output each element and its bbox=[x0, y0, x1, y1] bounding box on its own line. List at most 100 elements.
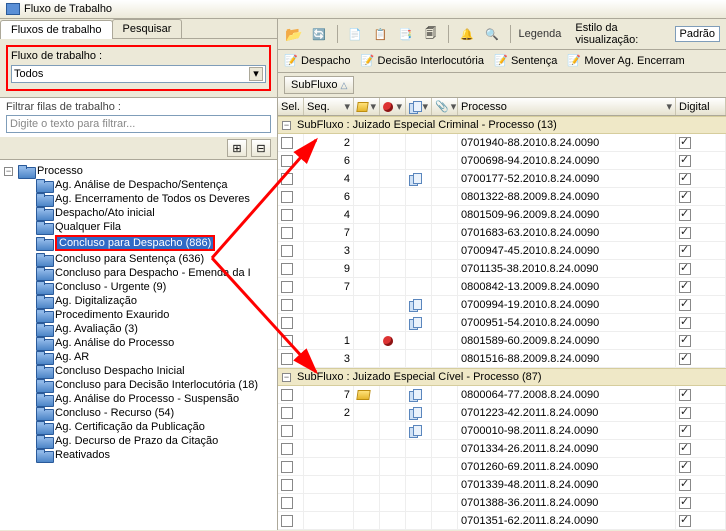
col-icon3[interactable]: ▾ bbox=[406, 98, 432, 115]
tool-btn-3[interactable]: 📑 bbox=[396, 24, 415, 44]
collapse-icon[interactable]: − bbox=[282, 373, 291, 382]
row-checkbox[interactable] bbox=[281, 335, 293, 347]
row-digital-checkbox[interactable] bbox=[679, 299, 691, 311]
table-row[interactable]: 70701683-63.2010.8.24.0090 bbox=[278, 224, 726, 242]
tree-expand-button[interactable]: ⊞ bbox=[227, 139, 247, 157]
col-sel[interactable]: Sel. bbox=[278, 98, 304, 115]
tool-btn-2[interactable]: 📋 bbox=[371, 24, 390, 44]
col-icon4[interactable]: 📎▾ bbox=[432, 98, 458, 115]
action-sentenca[interactable]: 📝 Sentença bbox=[494, 54, 557, 68]
table-row[interactable]: 10801589-60.2009.8.24.0090 bbox=[278, 332, 726, 350]
table-row[interactable]: 0700010-98.2011.8.24.0090 bbox=[278, 422, 726, 440]
tree-item[interactable]: Ag. AR bbox=[2, 350, 275, 364]
table-row[interactable]: 20701940-88.2010.8.24.0090 bbox=[278, 134, 726, 152]
table-row[interactable]: 0701339-48.2011.8.24.0090 bbox=[278, 476, 726, 494]
table-row[interactable]: 40700177-52.2010.8.24.0090 bbox=[278, 170, 726, 188]
row-checkbox[interactable] bbox=[281, 425, 293, 437]
table-row[interactable]: 0701388-36.2011.8.24.0090 bbox=[278, 494, 726, 512]
table-row[interactable]: 60801322-88.2009.8.24.0090 bbox=[278, 188, 726, 206]
table-row[interactable]: 0700951-54.2010.8.24.0090 bbox=[278, 314, 726, 332]
tree-item[interactable]: Concluso Despacho Inicial bbox=[2, 364, 275, 378]
collapse-icon[interactable]: − bbox=[282, 121, 291, 130]
tree-item[interactable]: Concluso - Urgente (9) bbox=[2, 280, 275, 294]
row-digital-checkbox[interactable] bbox=[679, 137, 691, 149]
open-folder-button[interactable]: 📂 bbox=[284, 24, 303, 44]
tree-item[interactable]: Ag. Análise do Processo bbox=[2, 336, 275, 350]
table-row[interactable]: 90701135-38.2010.8.24.0090 bbox=[278, 260, 726, 278]
workflow-tree[interactable]: − Processo Ag. Análise de Despacho/Sente… bbox=[0, 160, 277, 530]
tree-root-processo[interactable]: − Processo bbox=[2, 164, 275, 178]
table-row[interactable]: 30801516-88.2009.8.24.0090 bbox=[278, 350, 726, 368]
action-despacho[interactable]: 📝 Despacho bbox=[284, 54, 351, 68]
tree-item[interactable]: Concluso para Sentença (636) bbox=[2, 252, 275, 266]
row-checkbox[interactable] bbox=[281, 497, 293, 509]
tree-item[interactable]: Procedimento Exaurido bbox=[2, 308, 275, 322]
table-row[interactable]: 60700698-94.2010.8.24.0090 bbox=[278, 152, 726, 170]
tree-item[interactable]: Concluso para Decisão Interlocutória (18… bbox=[2, 378, 275, 392]
row-digital-checkbox[interactable] bbox=[679, 479, 691, 491]
row-digital-checkbox[interactable] bbox=[679, 173, 691, 185]
visualizacao-select[interactable]: Padrão bbox=[675, 26, 720, 42]
row-checkbox[interactable] bbox=[281, 245, 293, 257]
collapse-icon[interactable]: − bbox=[4, 167, 13, 176]
row-digital-checkbox[interactable] bbox=[679, 425, 691, 437]
tool-btn-1[interactable]: 📄 bbox=[346, 24, 365, 44]
group-row-2[interactable]: − SubFluxo : Juizado Especial Cível - Pr… bbox=[278, 368, 726, 386]
tree-item[interactable]: Ag. Encerramento de Todos os Deveres bbox=[2, 192, 275, 206]
tree-item[interactable]: Ag. Certificação da Publicação bbox=[2, 420, 275, 434]
tree-collapse-button[interactable]: ⊟ bbox=[251, 139, 271, 157]
row-checkbox[interactable] bbox=[281, 191, 293, 203]
table-row[interactable]: 70800842-13.2009.8.24.0090 bbox=[278, 278, 726, 296]
row-checkbox[interactable] bbox=[281, 389, 293, 401]
tree-item[interactable]: Despacho/Ato inicial bbox=[2, 206, 275, 220]
tree-item[interactable]: Ag. Análise do Processo - Suspensão bbox=[2, 392, 275, 406]
row-checkbox[interactable] bbox=[281, 173, 293, 185]
row-checkbox[interactable] bbox=[281, 353, 293, 365]
row-checkbox[interactable] bbox=[281, 227, 293, 239]
row-checkbox[interactable] bbox=[281, 281, 293, 293]
row-digital-checkbox[interactable] bbox=[679, 515, 691, 527]
grid-body[interactable]: − SubFluxo : Juizado Especial Criminal -… bbox=[278, 116, 726, 530]
row-digital-checkbox[interactable] bbox=[679, 407, 691, 419]
tree-item[interactable]: Qualquer Fila bbox=[2, 220, 275, 234]
filter-input[interactable]: Digite o texto para filtrar... bbox=[6, 115, 271, 133]
row-checkbox[interactable] bbox=[281, 461, 293, 473]
row-digital-checkbox[interactable] bbox=[679, 353, 691, 365]
tree-item[interactable]: Concluso para Despacho (886) bbox=[2, 234, 275, 252]
group-row-1[interactable]: − SubFluxo : Juizado Especial Criminal -… bbox=[278, 116, 726, 134]
table-row[interactable]: 20701223-42.2011.8.24.0090 bbox=[278, 404, 726, 422]
tree-item[interactable]: Ag. Avaliação (3) bbox=[2, 322, 275, 336]
row-checkbox[interactable] bbox=[281, 407, 293, 419]
row-checkbox[interactable] bbox=[281, 263, 293, 275]
tool-btn-search[interactable]: 🔍 bbox=[482, 24, 501, 44]
table-row[interactable]: 40801509-96.2009.8.24.0090 bbox=[278, 206, 726, 224]
tree-item[interactable]: Concluso para Despacho - Emenda da I bbox=[2, 266, 275, 280]
row-digital-checkbox[interactable] bbox=[679, 317, 691, 329]
tree-item[interactable]: Ag. Decurso de Prazo da Citação bbox=[2, 434, 275, 448]
row-checkbox[interactable] bbox=[281, 137, 293, 149]
row-digital-checkbox[interactable] bbox=[679, 461, 691, 473]
col-icon1[interactable]: ▾ bbox=[354, 98, 380, 115]
action-decisao[interactable]: 📝 Decisão Interlocutória bbox=[361, 54, 484, 68]
action-mover[interactable]: 📝 Mover Ag. Encerram bbox=[567, 54, 684, 68]
row-digital-checkbox[interactable] bbox=[679, 245, 691, 257]
fluxo-select[interactable]: Todos ▾ bbox=[11, 65, 266, 83]
row-checkbox[interactable] bbox=[281, 155, 293, 167]
row-digital-checkbox[interactable] bbox=[679, 281, 691, 293]
row-digital-checkbox[interactable] bbox=[679, 389, 691, 401]
row-digital-checkbox[interactable] bbox=[679, 263, 691, 275]
tool-btn-alert[interactable]: 🔔 bbox=[457, 24, 476, 44]
col-icon2[interactable]: ▾ bbox=[380, 98, 406, 115]
legenda-link[interactable]: Legenda bbox=[519, 28, 562, 40]
table-row[interactable]: 0700994-19.2010.8.24.0090 bbox=[278, 296, 726, 314]
tool-btn-4[interactable]: 🗐 bbox=[421, 24, 440, 44]
row-digital-checkbox[interactable] bbox=[679, 335, 691, 347]
tab-fluxos[interactable]: Fluxos de trabalho bbox=[0, 20, 113, 39]
row-checkbox[interactable] bbox=[281, 479, 293, 491]
row-digital-checkbox[interactable] bbox=[679, 443, 691, 455]
tab-pesquisar[interactable]: Pesquisar bbox=[112, 19, 183, 38]
row-digital-checkbox[interactable] bbox=[679, 155, 691, 167]
row-checkbox[interactable] bbox=[281, 299, 293, 311]
col-digital[interactable]: Digital bbox=[676, 98, 726, 115]
tree-item[interactable]: Concluso - Recurso (54) bbox=[2, 406, 275, 420]
